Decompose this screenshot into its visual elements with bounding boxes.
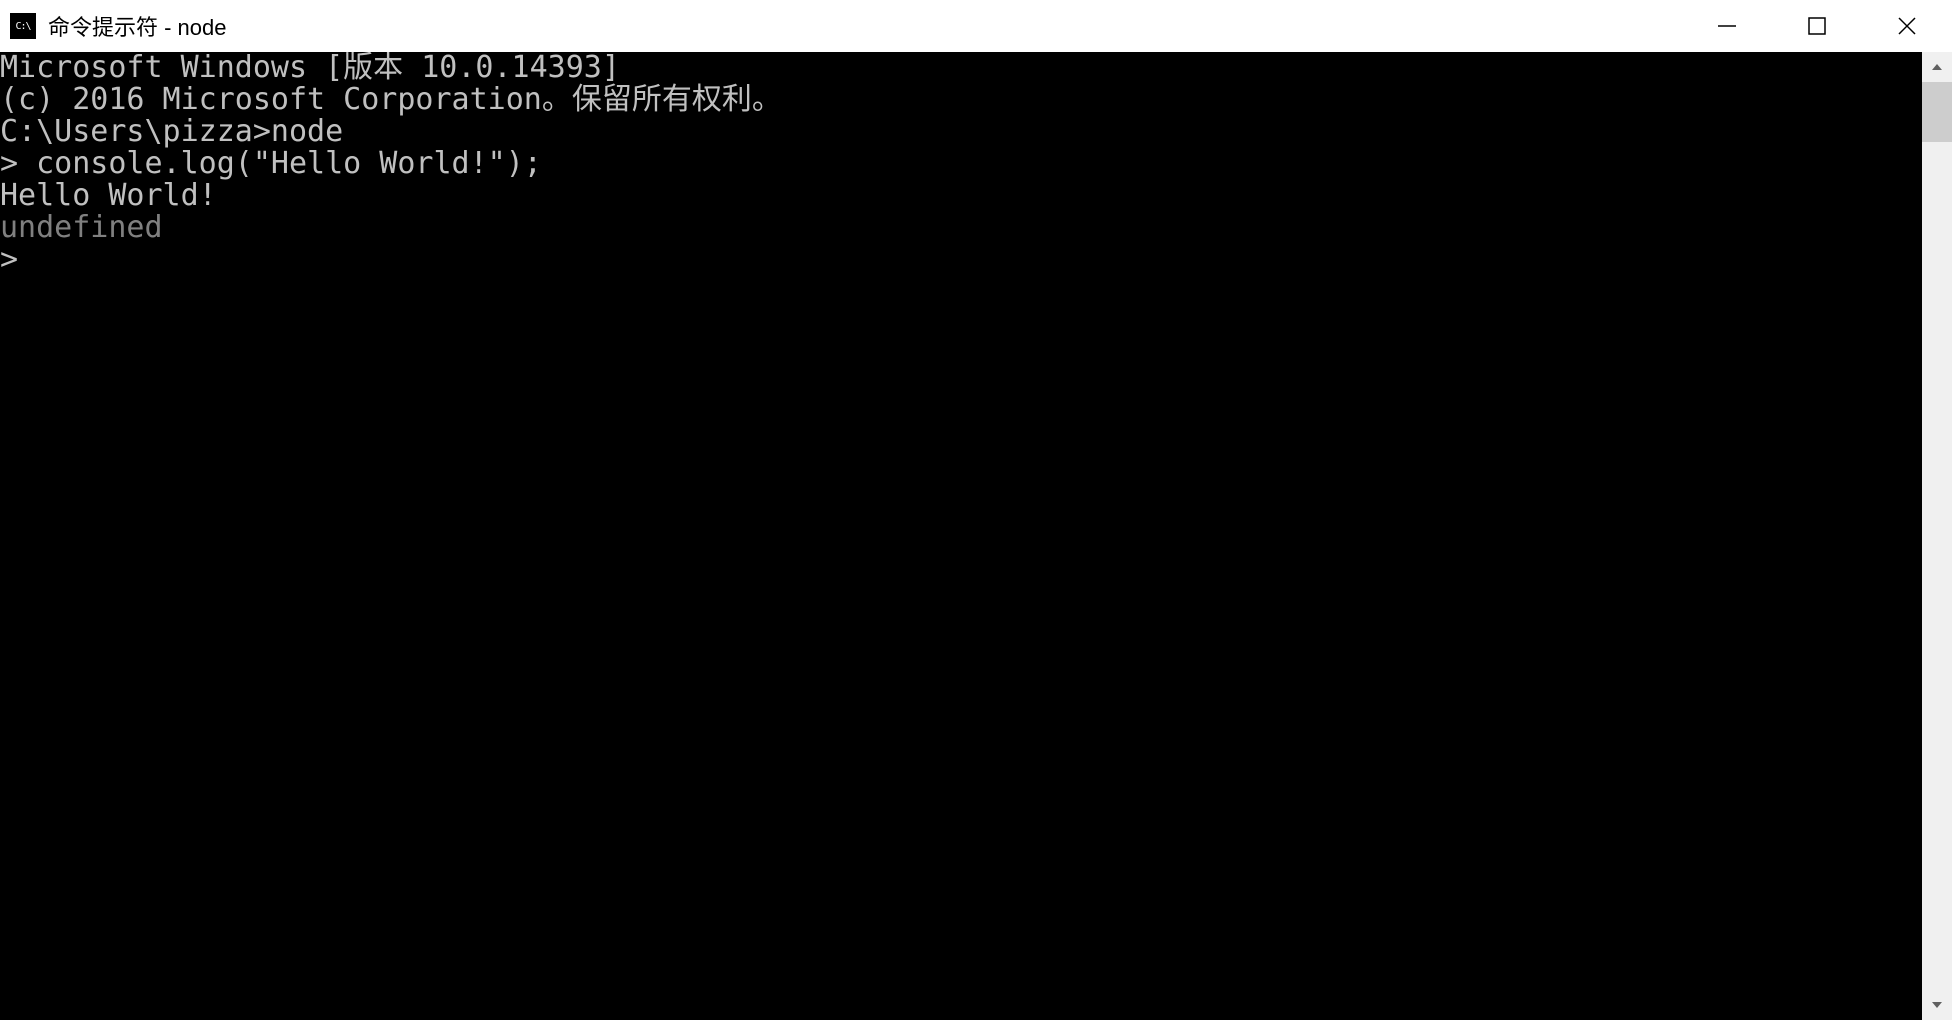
terminal-output[interactable]: Microsoft Windows [版本 10.0.14393] (c) 20…	[0, 52, 1922, 1020]
minimize-button[interactable]	[1682, 0, 1772, 52]
terminal-line-undefined: undefined	[0, 212, 1922, 244]
cmd-icon: C:\	[10, 13, 36, 39]
command-prompt-window: C:\ 命令提示符 - node Microso	[0, 0, 1952, 1020]
scroll-up-icon	[1930, 60, 1944, 74]
maximize-icon	[1806, 15, 1828, 37]
window-title: 命令提示符 - node	[48, 10, 227, 42]
repl-prompt-prefix: >	[0, 146, 36, 181]
terminal-line-output: Hello World!	[0, 180, 1922, 212]
terminal-line-command: > console.log("Hello World!");	[0, 148, 1922, 180]
window-controls	[1682, 0, 1952, 52]
titlebar[interactable]: C:\ 命令提示符 - node	[0, 0, 1952, 52]
vertical-scrollbar[interactable]	[1922, 52, 1952, 1020]
scroll-down-icon	[1930, 998, 1944, 1012]
maximize-button[interactable]	[1772, 0, 1862, 52]
scroll-up-button[interactable]	[1922, 52, 1952, 82]
terminal-line-copyright: (c) 2016 Microsoft Corporation。保留所有权利。	[0, 84, 1922, 116]
terminal-line-cursor: >	[0, 244, 1922, 276]
scroll-down-button[interactable]	[1922, 990, 1952, 1020]
minimize-icon	[1716, 15, 1738, 37]
cmd-icon-text: C:\	[15, 21, 30, 32]
scroll-thumb[interactable]	[1922, 82, 1952, 142]
scroll-track[interactable]	[1922, 82, 1952, 990]
close-button[interactable]	[1862, 0, 1952, 52]
content-area: Microsoft Windows [版本 10.0.14393] (c) 20…	[0, 52, 1952, 1020]
terminal-line-prompt-node: C:\Users\pizza>node	[0, 116, 1922, 148]
repl-command: console.log("Hello World!");	[36, 146, 542, 181]
close-icon	[1896, 15, 1918, 37]
terminal-line-version: Microsoft Windows [版本 10.0.14393]	[0, 52, 1922, 84]
